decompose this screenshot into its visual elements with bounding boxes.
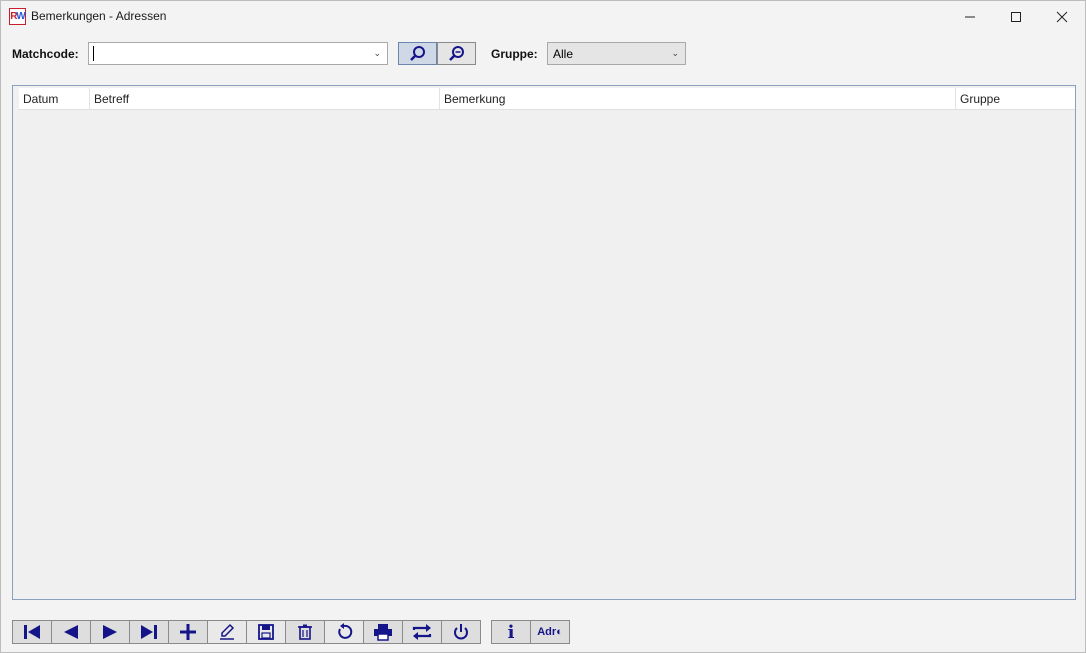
title-bar[interactable]: RW Bemerkungen - Adressen (1, 1, 1085, 32)
application-window: RW Bemerkungen - Adressen Matchcode: ⌄ G… (0, 0, 1086, 653)
remarks-list[interactable]: Datum Betreff Bemerkung Gruppe (12, 85, 1076, 600)
next-record-icon (103, 625, 117, 639)
print-icon (374, 624, 392, 641)
app-logo-icon: RW (9, 8, 26, 25)
window-title: Bemerkungen - Adressen (31, 9, 167, 23)
navigation-toolbar: i Adr◐ (1, 610, 1085, 652)
chevron-down-icon: ⌄ (671, 48, 679, 58)
search-icon (409, 45, 425, 61)
minimize-button[interactable] (947, 1, 993, 32)
list-header: Datum Betreff Bemerkung Gruppe (19, 88, 1075, 110)
clear-search-button[interactable] (437, 42, 476, 65)
column-header-gruppe[interactable]: Gruppe (955, 88, 1075, 110)
close-icon (1056, 11, 1068, 22)
maximize-button[interactable] (993, 1, 1039, 32)
power-icon (454, 624, 468, 640)
column-header-bemerkung[interactable]: Bemerkung (439, 88, 955, 110)
maximize-icon (1011, 11, 1021, 22)
last-record-icon (141, 625, 157, 639)
text-caret (93, 46, 94, 61)
next-record-button[interactable] (90, 620, 130, 644)
matchcode-combobox[interactable]: ⌄ (88, 42, 388, 65)
save-record-button[interactable] (246, 620, 286, 644)
adr-icon: Adr◐ (537, 626, 563, 638)
column-header-datum[interactable]: Datum (19, 88, 89, 110)
exit-button[interactable] (441, 620, 481, 644)
edit-record-button[interactable] (207, 620, 247, 644)
search-bar: Matchcode: ⌄ Gruppe: Alle ⌄ (1, 32, 1085, 76)
close-button[interactable] (1039, 1, 1085, 32)
matchcode-label: Matchcode: (12, 47, 79, 61)
print-button[interactable] (363, 620, 403, 644)
gruppe-label: Gruppe: (491, 47, 538, 61)
gruppe-value: Alle (553, 47, 574, 61)
swap-button[interactable] (402, 620, 442, 644)
save-icon (258, 624, 274, 640)
first-record-button[interactable] (12, 620, 52, 644)
delete-record-button[interactable] (285, 620, 325, 644)
info-button[interactable]: i (491, 620, 531, 644)
swap-icon (412, 624, 432, 640)
add-icon (180, 624, 196, 640)
minimize-icon (965, 16, 975, 17)
add-record-button[interactable] (168, 620, 208, 644)
adr-button[interactable]: Adr◐ (530, 620, 570, 644)
previous-record-button[interactable] (51, 620, 91, 644)
column-header-betreff[interactable]: Betreff (89, 88, 439, 110)
info-icon: i (507, 621, 515, 643)
last-record-button[interactable] (129, 620, 169, 644)
edit-icon (220, 623, 235, 640)
refresh-button[interactable] (324, 620, 364, 644)
refresh-icon (338, 623, 353, 639)
gruppe-dropdown[interactable]: Alle ⌄ (547, 42, 686, 65)
search-button[interactable] (398, 42, 437, 65)
first-record-icon (24, 625, 40, 639)
previous-record-icon (64, 625, 78, 639)
chevron-down-icon[interactable]: ⌄ (373, 48, 381, 59)
delete-icon (298, 624, 312, 640)
zoom-out-icon (448, 45, 464, 61)
